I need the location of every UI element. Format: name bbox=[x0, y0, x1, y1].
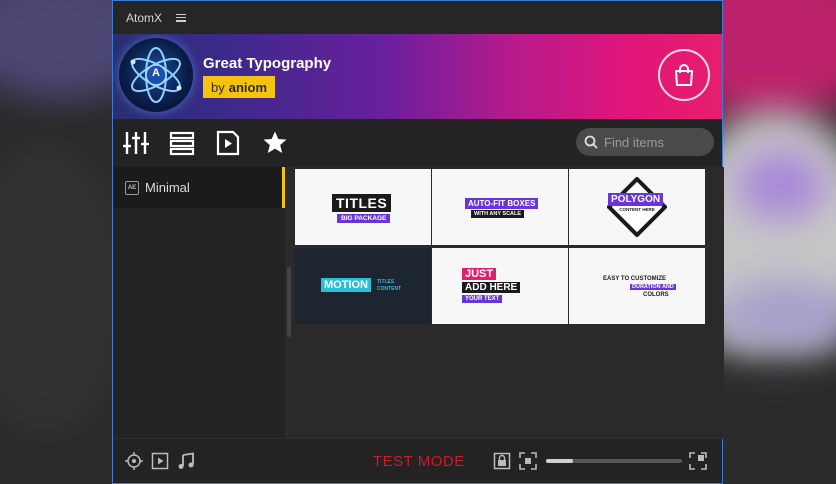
grid-item-polygon[interactable]: POLYGON CONTENT HERE bbox=[569, 169, 705, 245]
grid-item-easy-to-customize[interactable]: EASY TO CUSTOMIZE DURATION AND COLORS bbox=[569, 248, 705, 324]
item-subline: BIG PACKAGE bbox=[337, 214, 391, 223]
pack-title: Great Typography bbox=[203, 55, 332, 72]
sidebar-item-minimal[interactable]: AE Minimal bbox=[113, 167, 285, 208]
shop-bag-button[interactable] bbox=[658, 49, 710, 101]
after-effects-icon: AE bbox=[125, 180, 139, 195]
author-prefix: by bbox=[211, 79, 225, 95]
shopping-bag-icon bbox=[675, 64, 693, 86]
panel-titlebar: AtomX bbox=[113, 1, 722, 34]
pack-banner: A Great Typography by aniom bbox=[113, 34, 722, 119]
sliders-icon[interactable] bbox=[123, 130, 149, 156]
thumbnail-size-slider[interactable] bbox=[546, 459, 682, 463]
atom-logo-icon: A bbox=[119, 38, 193, 112]
music-note-icon[interactable] bbox=[177, 452, 195, 470]
search-icon bbox=[584, 135, 598, 149]
grid-item-motion[interactable]: MOTION TITLES CONTENT bbox=[295, 248, 431, 324]
expand-icon[interactable] bbox=[689, 452, 707, 470]
panel-title: AtomX bbox=[126, 10, 163, 25]
item-subline-2: CONTENT bbox=[377, 286, 402, 292]
item-headline: POLYGON bbox=[608, 193, 664, 206]
items-grid: TITLES BIG PACKAGE AUTO-FIT BOXES WITH A… bbox=[293, 167, 724, 439]
test-mode-status: TEST MODE bbox=[373, 453, 465, 470]
item-subline-2: YOUR TEXT bbox=[462, 295, 503, 303]
grid-item-just-add-here[interactable]: JUST ADD HERE YOUR TEXT bbox=[432, 248, 568, 324]
sidebar-item-label: Minimal bbox=[145, 180, 190, 195]
author-badge[interactable]: by aniom bbox=[203, 76, 276, 98]
category-sidebar: AE Minimal bbox=[113, 167, 285, 439]
item-subline: TITLES bbox=[377, 279, 395, 285]
search-input[interactable] bbox=[604, 134, 704, 150]
item-subline: WITH ANY SCALE bbox=[471, 210, 525, 218]
search-box[interactable] bbox=[576, 128, 714, 156]
video-preview-icon[interactable] bbox=[151, 452, 169, 470]
item-headline: JUST bbox=[462, 268, 497, 280]
item-headline: TITLES bbox=[332, 194, 392, 212]
scrollbar-thumb[interactable] bbox=[287, 267, 291, 337]
list-view-icon[interactable] bbox=[169, 130, 195, 156]
favorites-star-icon[interactable] bbox=[262, 130, 288, 156]
toolbar bbox=[113, 119, 722, 167]
author-name: aniom bbox=[228, 79, 268, 95]
grid-item-titles[interactable]: TITLES BIG PACKAGE bbox=[295, 169, 431, 245]
target-crosshair-icon[interactable] bbox=[125, 452, 143, 470]
item-headline: MOTION bbox=[321, 278, 371, 292]
preview-play-icon[interactable] bbox=[215, 130, 241, 156]
atomx-panel: AtomX A Great Typography by aniom Find i… bbox=[112, 0, 724, 484]
slider-fill bbox=[546, 459, 574, 463]
logo-letter: A bbox=[152, 67, 160, 79]
hamburger-menu-icon[interactable] bbox=[176, 13, 187, 22]
lock-icon[interactable] bbox=[493, 452, 511, 470]
item-headline: EASY TO CUSTOMIZE bbox=[603, 276, 667, 282]
grid-scrollbar[interactable] bbox=[285, 167, 293, 439]
item-subline-2: COLORS bbox=[643, 292, 669, 298]
item-headline: AUTO-FIT BOXES bbox=[465, 198, 539, 209]
footer-bar: TEST MODE bbox=[113, 438, 722, 483]
item-subline: ADD HERE bbox=[462, 282, 521, 293]
item-subline: CONTENT HERE bbox=[619, 207, 655, 212]
item-subline: DURATION AND bbox=[630, 284, 676, 290]
grid-item-auto-fit-boxes[interactable]: AUTO-FIT BOXES WITH ANY SCALE bbox=[432, 169, 568, 245]
fit-screen-icon[interactable] bbox=[519, 452, 537, 470]
